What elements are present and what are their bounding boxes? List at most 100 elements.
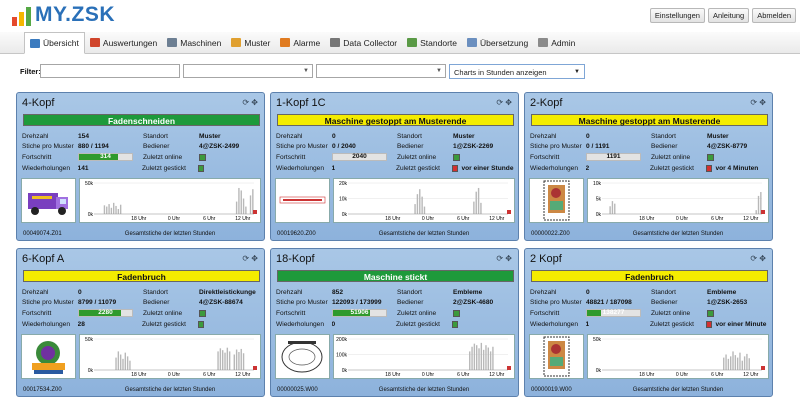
refresh-icon[interactable]: ⟳ [750, 254, 759, 263]
chart-bar [727, 358, 730, 370]
machine-name[interactable]: 1-Kopf 1C [276, 97, 326, 109]
filter-select-machine[interactable]: ▼ [316, 64, 446, 78]
tab-4[interactable]: Alarme [275, 32, 325, 53]
stitch-chart: 50k 0k 18 Uhr 0 Uhr 6 Uhr 12 Uhr [79, 334, 261, 379]
online-status-icon [453, 153, 460, 161]
value-drehzahl: 852 [332, 288, 344, 296]
chart-export-icon[interactable] [507, 366, 511, 370]
refresh-icon[interactable]: ⟳ [496, 98, 505, 107]
move-icon[interactable]: ✥ [251, 98, 258, 107]
move-icon[interactable]: ✥ [759, 254, 766, 263]
pattern-id: 00000019.W00 [531, 387, 572, 393]
chart-bar [475, 191, 477, 214]
chart-export-icon[interactable] [507, 210, 511, 214]
chart-export-icon[interactable] [761, 210, 765, 214]
x-tick-label: 0 Uhr [422, 372, 435, 378]
chart-bar [736, 357, 739, 370]
pattern-preview[interactable] [275, 178, 330, 223]
chart-export-icon[interactable] [253, 366, 257, 370]
chart-bar [614, 203, 616, 214]
info-row: Fortschritt 138277 Zuletzt online [530, 308, 770, 319]
label-drehzahl: Drehzahl [530, 132, 557, 140]
machine-name[interactable]: 2-Kopf [530, 97, 562, 109]
label-online: Zuletzt online [397, 309, 437, 317]
pattern-preview[interactable] [529, 178, 584, 223]
chart-svg: 50k 0k 18 Uhr 0 Uhr 6 Uhr 12 Uhr [85, 181, 257, 222]
chart-svg: 50k 0k 18 Uhr 0 Uhr 6 Uhr 12 Uhr [85, 337, 257, 378]
label-gestickt: Zuletzt gestickt [649, 164, 694, 172]
refresh-icon[interactable]: ⟳ [496, 254, 505, 263]
value-bediener: 4@ZSK-88674 [199, 299, 243, 307]
pattern-preview[interactable] [275, 334, 330, 379]
chart-bar [746, 353, 748, 370]
tab-6[interactable]: Standorte [402, 32, 462, 53]
tab-3[interactable]: Muster [226, 32, 275, 53]
tab-8[interactable]: Admin [533, 32, 580, 53]
pattern-preview[interactable] [529, 334, 584, 379]
tab-1[interactable]: Auswertungen [85, 32, 162, 53]
move-icon[interactable]: ✥ [251, 254, 258, 263]
machine-name[interactable]: 18-Kopf [276, 253, 315, 265]
panel-controls: ⟳ ✥ [750, 98, 766, 107]
chart-bar [126, 356, 129, 370]
label-stiche: Stiche pro Muster [530, 143, 582, 151]
label-online: Zuletzt online [651, 309, 691, 317]
machine-name[interactable]: 6-Kopf A [22, 253, 64, 265]
chart-mode-select[interactable]: Charts in Stunden anzeigen ▼ [449, 63, 585, 79]
app-logo[interactable]: MY.ZSK [12, 4, 115, 26]
value-drehzahl: 0 [78, 288, 82, 296]
info-row: Stiche pro Muster 8799 / 11079 Bediener 4@Z… [22, 298, 262, 309]
filter-input[interactable] [40, 64, 180, 78]
tab-5[interactable]: Data Collector [325, 32, 402, 53]
chart-bar [119, 354, 122, 370]
chevron-down-icon: ▼ [436, 68, 442, 74]
chart-bar [106, 206, 108, 214]
progress-value: 2040 [352, 153, 367, 161]
tab-2[interactable]: Maschinen [162, 32, 226, 53]
pattern-preview[interactable] [21, 334, 76, 379]
refresh-icon[interactable]: ⟳ [750, 98, 759, 107]
label-wiederholungen: Wiederholungen [530, 320, 579, 328]
location-icon [407, 38, 418, 47]
chart-bar [480, 202, 482, 214]
refresh-icon[interactable]: ⟳ [242, 98, 251, 107]
x-tick-label: 6 Uhr [457, 372, 470, 378]
filter-select-group[interactable]: ▼ [183, 64, 313, 78]
chart-export-icon[interactable] [761, 366, 765, 370]
tab-0[interactable]: Übersicht [24, 32, 85, 54]
machine-name[interactable]: 2 Kopf [530, 253, 562, 265]
move-icon[interactable]: ✥ [505, 98, 512, 107]
chart-bar [489, 351, 492, 370]
machine-name[interactable]: 4-Kopf [22, 97, 54, 109]
label-bediener: Bediener [143, 299, 170, 307]
tab-7[interactable]: Übersetzung [462, 32, 533, 53]
chart-bar [242, 353, 245, 370]
value-drehzahl: 0 [332, 132, 336, 140]
refresh-icon[interactable]: ⟳ [242, 254, 251, 263]
machine-status: Fadenschneiden [23, 114, 260, 126]
chart-bar [238, 352, 240, 370]
move-icon[interactable]: ✥ [505, 254, 512, 263]
stitch-chart: 200k 100k 0k 18 Uhr 0 Uhr 6 Uhr 12 Uhr [333, 334, 515, 379]
info-row: Fortschritt 1191 Zuletzt online [530, 152, 770, 163]
chart-bar [108, 204, 110, 214]
chart-export-icon[interactable] [253, 210, 257, 214]
pattern-preview[interactable] [21, 178, 76, 223]
chart-caption: Gesamtstiche der letzten Stunden [124, 231, 216, 237]
manual-button[interactable]: Anleitung [707, 8, 750, 23]
chart-bar [741, 360, 743, 370]
value-drehzahl: 154 [78, 132, 90, 140]
move-icon[interactable]: ✥ [759, 98, 766, 107]
x-tick-label: 12 Uhr [743, 216, 758, 222]
label-gestickt: Zuletzt gestickt [395, 164, 440, 172]
info-row: Drehzahl 0 Standort Embleme [530, 287, 770, 298]
gear-icon [330, 38, 341, 47]
x-tick-label: 0 Uhr [168, 372, 181, 378]
label-standort: Standort [143, 288, 168, 296]
settings-button[interactable]: Einstellungen [649, 8, 705, 23]
value-standort: Embleme [453, 288, 483, 296]
chart-svg: 10k 5k 0k 18 Uhr 0 Uhr 6 Uhr 12 Uhr [593, 181, 765, 222]
last-stitched-icon [451, 320, 459, 328]
chart-bar [421, 196, 423, 214]
logout-button[interactable]: Abmelden [752, 8, 796, 23]
